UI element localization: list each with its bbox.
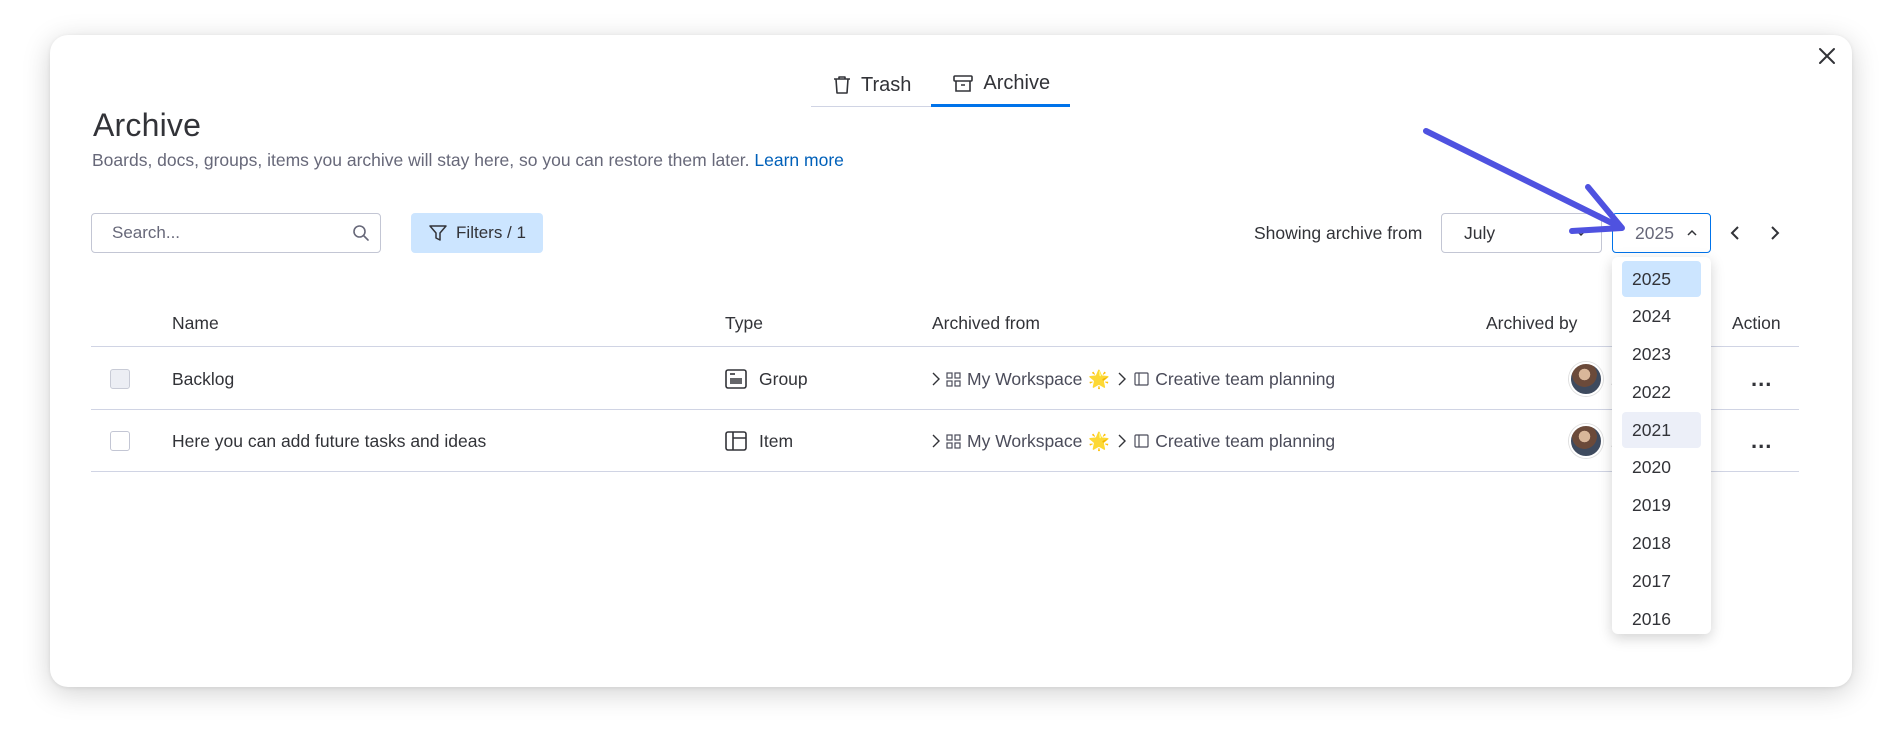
chevron-right-icon [1118,434,1127,448]
year-option[interactable]: 2022 [1622,374,1701,410]
chevron-right-icon [932,434,940,448]
year-option[interactable]: 2019 [1622,488,1701,524]
group-icon [725,369,747,389]
header-action: Action [1732,313,1781,333]
row-action-menu[interactable]: ... [1751,428,1772,454]
year-option[interactable]: 2018 [1622,526,1701,562]
workspace-emoji: 🌟 [1088,430,1111,451]
row-name: Backlog [172,368,235,389]
year-option[interactable]: 2017 [1622,563,1701,599]
year-option[interactable]: 2016 [1622,601,1701,634]
tab-archive[interactable]: Archive [931,63,1071,107]
close-icon [1819,48,1835,64]
row-type: Item [725,410,793,472]
table-row[interactable]: Backlog Group My Workspace 🌟 Creative te… [91,348,1799,410]
previous-year-button[interactable] [1723,221,1747,245]
row-type-label: Group [759,368,808,389]
workspace-name[interactable]: My Workspace [967,369,1082,390]
year-option[interactable]: 2021 [1622,412,1701,449]
board-icon [1134,434,1149,448]
table-header: Name Type Archived from Archived by D Ac… [91,295,1799,347]
filters-button[interactable]: Filters / 1 [411,213,543,253]
table-row[interactable]: Here you can add future tasks and ideas … [91,410,1799,472]
workspace-name[interactable]: My Workspace [967,431,1082,452]
month-value: July [1464,222,1496,243]
row-name: Here you can add future tasks and ideas [172,430,487,451]
row-action-menu[interactable]: ... [1751,366,1772,392]
row-archived-from: My Workspace 🌟 Creative team planning [932,348,1335,410]
page-subtitle: Boards, docs, groups, items you archive … [92,150,844,171]
year-dropdown-menu: 2025 2024 2023 2022 2021 2020 2019 2018 … [1612,257,1711,634]
board-icon [1134,372,1149,386]
filters-label: Filters / 1 [456,223,526,242]
header-type: Type [725,313,763,333]
tab-bar: Trash Archive [811,63,1071,107]
chevron-down-icon [1576,230,1586,237]
row-archived-from: My Workspace 🌟 Creative team planning [932,410,1335,472]
search-box [91,213,381,253]
month-select[interactable]: July [1441,213,1602,253]
tab-label: Archive [983,72,1051,94]
year-option[interactable]: 2024 [1622,299,1701,335]
search-icon [353,225,369,241]
chevron-right-icon [1118,372,1127,386]
close-button[interactable] [1814,43,1840,69]
header-name: Name [172,313,219,333]
archive-modal: Trash Archive Archive Boards, docs, grou… [50,35,1852,687]
header-archived-by: Archived by [1486,313,1578,333]
row-checkbox[interactable] [110,431,130,451]
row-type: Group [725,348,808,410]
chevron-left-icon [1730,226,1739,240]
year-option[interactable]: 2023 [1622,337,1701,373]
archive-box-icon [953,74,974,92]
subtitle-text: Boards, docs, groups, items you archive … [92,150,750,170]
search-input[interactable] [112,223,352,243]
row-checkbox[interactable] [110,369,130,389]
board-name[interactable]: Creative team planning [1155,431,1335,452]
filter-icon [429,225,447,241]
year-option[interactable]: 2025 [1622,261,1701,297]
avatar [1569,362,1603,396]
trash-icon [834,76,850,94]
header-archived-from: Archived from [932,313,1040,333]
row-type-label: Item [759,430,794,451]
avatar [1569,424,1603,458]
page-title: Archive [93,107,202,143]
year-select[interactable]: 2025 [1612,213,1711,253]
chevron-right-icon [1771,226,1780,240]
year-value: 2025 [1635,222,1674,243]
next-year-button[interactable] [1763,221,1787,245]
workspace-grid-icon [946,371,961,387]
workspace-grid-icon [946,433,961,449]
workspace-emoji: 🌟 [1088,368,1111,389]
chevron-up-icon [1687,229,1697,236]
tab-label: Trash [861,73,912,96]
chevron-right-icon [932,372,940,386]
board-name[interactable]: Creative team planning [1155,369,1335,390]
tab-trash[interactable]: Trash [811,63,931,107]
showing-archive-label: Showing archive from [1254,223,1423,243]
item-icon [725,431,747,451]
learn-more-link[interactable]: Learn more [754,150,844,170]
year-option[interactable]: 2020 [1622,450,1701,486]
